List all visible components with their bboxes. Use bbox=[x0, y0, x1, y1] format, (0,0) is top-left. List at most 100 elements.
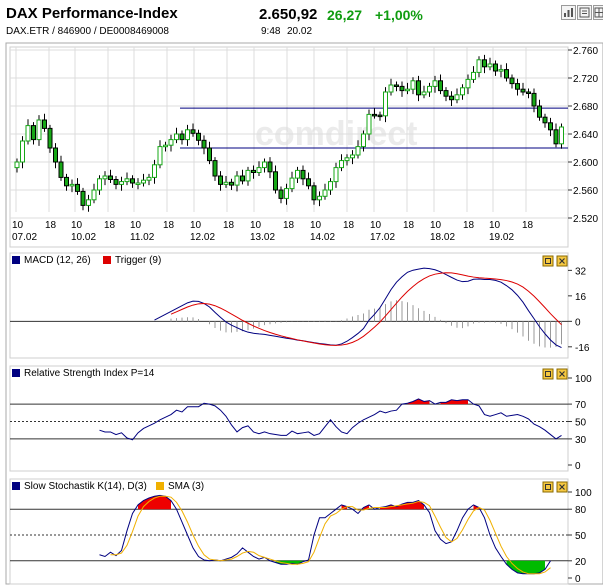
sma-legend-label: SMA (3) bbox=[168, 481, 204, 492]
candle-body bbox=[289, 177, 295, 190]
price-y-tick-label: 2.720 bbox=[573, 74, 598, 85]
stoch-y-tick-label: 80 bbox=[575, 505, 587, 516]
candle-body bbox=[102, 175, 108, 180]
candle-body bbox=[504, 69, 509, 79]
candle-body bbox=[14, 161, 20, 169]
candle-body bbox=[80, 190, 86, 206]
stoch-legend-label: Slow Stochastik K(14), D(3) bbox=[24, 481, 147, 492]
candle-body bbox=[31, 125, 36, 141]
candle-body bbox=[388, 84, 394, 93]
price-x-tick-date: 18.02 bbox=[430, 232, 455, 243]
price-x-tick-date: 12.02 bbox=[190, 232, 215, 243]
price-x-tick-hour: 18 bbox=[343, 220, 355, 231]
candle-body bbox=[267, 161, 273, 173]
candle-body bbox=[449, 95, 454, 101]
candle-body bbox=[350, 154, 355, 159]
candle-body bbox=[410, 80, 416, 90]
candle-body bbox=[306, 178, 311, 187]
chart-canvas: comdirect 2.7602.7202.6802.6402.6002.560… bbox=[5, 42, 603, 585]
price-x-tick-hour: 10 bbox=[489, 220, 501, 231]
candle-body bbox=[234, 175, 240, 186]
price-x-tick-date: 17.02 bbox=[370, 232, 395, 243]
price-x-tick-hour: 18 bbox=[403, 220, 415, 231]
candle-body bbox=[328, 181, 333, 191]
price-y-tick-label: 2.560 bbox=[573, 186, 598, 197]
candle-body bbox=[124, 178, 130, 183]
candle-body bbox=[278, 189, 284, 199]
candle-body bbox=[559, 126, 564, 145]
candle-body bbox=[476, 59, 482, 73]
candle-body bbox=[548, 122, 553, 131]
price-x-tick-date: 10.02 bbox=[71, 232, 96, 243]
macd-legend-label: MACD (12, 26) bbox=[24, 255, 91, 266]
price-y-tick-label: 2.640 bbox=[573, 130, 598, 141]
panel-expand-button[interactable] bbox=[542, 481, 554, 493]
trigger-legend-label: Trigger (9) bbox=[115, 255, 161, 266]
rsi-legend-label: Relative Strength Index P=14 bbox=[24, 368, 155, 379]
candle-body bbox=[471, 71, 476, 80]
candle-body bbox=[300, 169, 306, 180]
candle-body bbox=[141, 179, 146, 184]
candle-body bbox=[229, 181, 234, 186]
expand-icon bbox=[542, 255, 554, 267]
stoch-y-tick-label: 50 bbox=[575, 531, 587, 542]
candle-body bbox=[97, 178, 102, 191]
candle-body bbox=[344, 157, 350, 162]
candle-body bbox=[130, 178, 135, 184]
rsi-y-tick-label: 100 bbox=[575, 374, 592, 385]
candle-body bbox=[157, 146, 163, 166]
trigger-legend-swatch bbox=[103, 256, 111, 264]
candle-body bbox=[421, 91, 427, 96]
candle-body bbox=[207, 147, 212, 162]
macd-y-tick-label: 16 bbox=[575, 292, 587, 303]
panel-close-button[interactable] bbox=[556, 368, 568, 380]
price-x-tick-date: 14.02 bbox=[310, 232, 335, 243]
candle-body bbox=[355, 146, 361, 156]
price-x-tick-hour: 10 bbox=[12, 220, 24, 231]
candle-body bbox=[405, 88, 410, 92]
candle-body bbox=[245, 169, 251, 182]
candle-body bbox=[515, 83, 520, 90]
candle-body bbox=[317, 195, 322, 201]
candle-body bbox=[91, 189, 97, 201]
candle-body bbox=[113, 179, 119, 185]
panel-expand-button[interactable] bbox=[542, 255, 554, 267]
candle-body bbox=[273, 171, 278, 191]
candle-body bbox=[482, 59, 487, 68]
candle-body bbox=[509, 77, 515, 85]
candle-body bbox=[185, 129, 190, 141]
candle-body bbox=[240, 175, 245, 182]
candle-body bbox=[339, 160, 344, 169]
price-x-tick-hour: 18 bbox=[163, 220, 175, 231]
panel-close-button[interactable] bbox=[556, 255, 568, 267]
candle-body bbox=[190, 129, 196, 134]
stoch-y-tick-label: 100 bbox=[575, 488, 592, 499]
candle-body bbox=[553, 129, 559, 145]
macd-y-tick-label: 32 bbox=[575, 266, 587, 277]
candle-body bbox=[377, 114, 383, 118]
candle-body bbox=[152, 164, 157, 178]
expand-icon bbox=[542, 368, 554, 380]
candle-body bbox=[432, 80, 438, 87]
candle-body bbox=[47, 127, 53, 149]
candle-body bbox=[58, 161, 64, 178]
price-x-tick-hour: 18 bbox=[283, 220, 295, 231]
candle-body bbox=[498, 69, 504, 72]
rsi-y-tick-label: 50 bbox=[575, 418, 587, 429]
sma-legend-swatch bbox=[156, 482, 164, 490]
candle-body bbox=[493, 63, 498, 72]
candle-body bbox=[383, 91, 388, 117]
price-x-tick-hour: 10 bbox=[71, 220, 83, 231]
price-x-tick-hour: 10 bbox=[250, 220, 262, 231]
price-x-tick-hour: 10 bbox=[370, 220, 382, 231]
candle-body bbox=[465, 78, 471, 89]
stoch-legend-swatch bbox=[12, 482, 20, 490]
candle-body bbox=[251, 169, 256, 173]
candle-body bbox=[25, 125, 31, 142]
panel-expand-button[interactable] bbox=[542, 368, 554, 380]
rsi-y-tick-label: 0 bbox=[575, 461, 581, 472]
panel-close-button[interactable] bbox=[556, 481, 568, 493]
candle-body bbox=[36, 119, 42, 141]
price-x-tick-hour: 18 bbox=[522, 220, 534, 231]
candle-body bbox=[520, 88, 526, 93]
